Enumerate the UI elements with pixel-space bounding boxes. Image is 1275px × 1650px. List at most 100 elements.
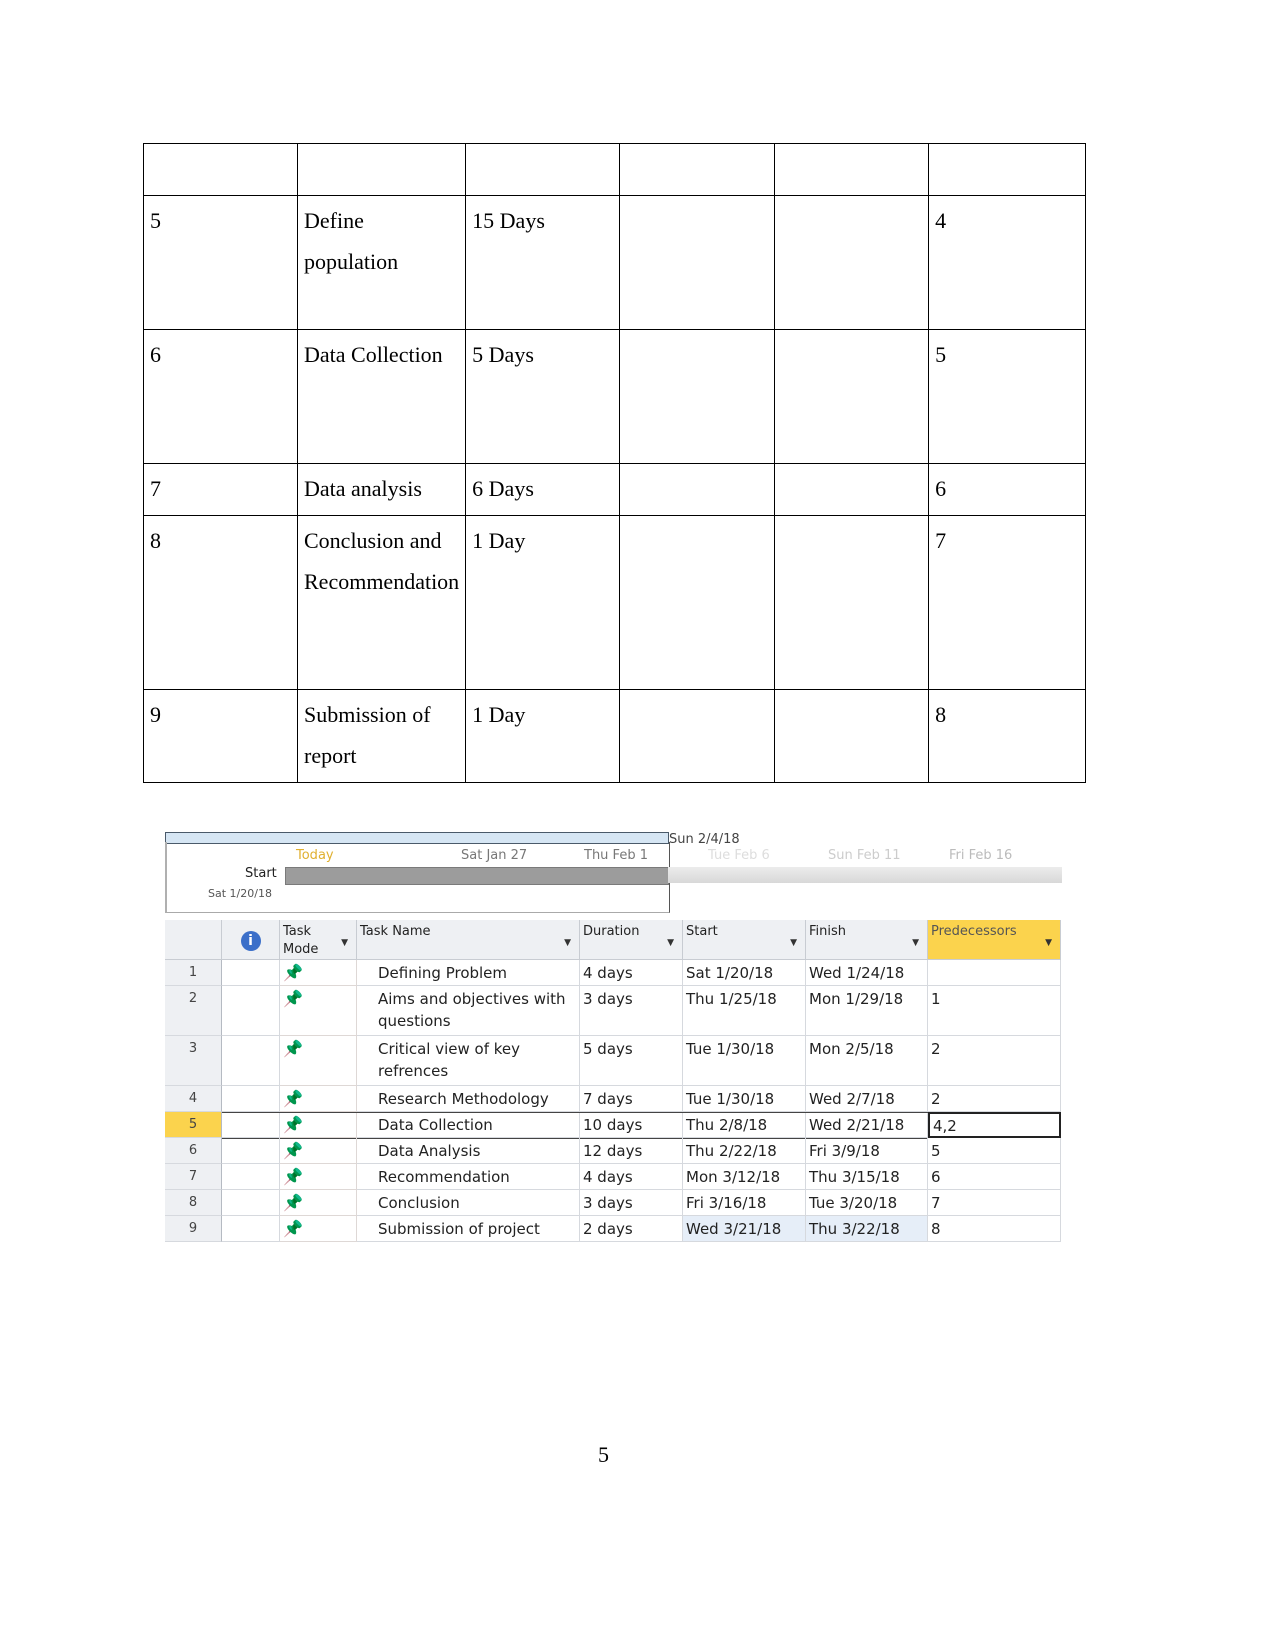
predecessors-header[interactable]: Predecessors ▼ bbox=[928, 920, 1061, 960]
timeline-bar bbox=[285, 867, 669, 885]
table-cell bbox=[774, 329, 930, 464]
finish-cell[interactable]: Tue 3/20/18 bbox=[806, 1190, 928, 1216]
start-cell[interactable]: Thu 1/25/18 bbox=[683, 986, 806, 1036]
task-name-cell[interactable]: Recommendation bbox=[357, 1164, 580, 1190]
task-name-cell[interactable]: Data Analysis bbox=[357, 1138, 580, 1164]
table-cell bbox=[143, 143, 298, 196]
indicator-cell bbox=[222, 1138, 280, 1164]
column-header-label: Duration bbox=[583, 924, 640, 939]
manual-schedule-pin-icon: 📌 bbox=[280, 1138, 357, 1164]
manual-schedule-pin-icon: 📌 bbox=[280, 1190, 357, 1216]
finish-cell[interactable]: Wed 1/24/18 bbox=[806, 960, 928, 986]
table-cell: 1 Day bbox=[465, 689, 621, 783]
filter-dropdown-icon[interactable]: ▼ bbox=[790, 934, 797, 952]
task-name-cell[interactable]: Submission of project bbox=[357, 1216, 580, 1242]
manual-schedule-pin-icon: 📌 bbox=[280, 1086, 357, 1112]
start-cell[interactable]: Thu 2/8/18 bbox=[683, 1112, 806, 1138]
finish-cell[interactable]: Thu 3/22/18 bbox=[806, 1216, 928, 1242]
table-cell bbox=[774, 143, 930, 196]
start-cell[interactable]: Sat 1/20/18 bbox=[683, 960, 806, 986]
filter-dropdown-icon[interactable]: ▼ bbox=[667, 934, 674, 952]
info-column-header[interactable]: i bbox=[222, 920, 280, 960]
select-all-corner[interactable] bbox=[165, 920, 222, 960]
column-header-label: Task Mode bbox=[283, 924, 319, 957]
timeline-start-label: Start bbox=[245, 866, 277, 881]
predecessors-cell[interactable]: 5 bbox=[928, 1138, 1061, 1164]
row-number[interactable]: 4 bbox=[165, 1086, 222, 1112]
task-name-cell[interactable]: Data Collection bbox=[357, 1112, 580, 1138]
row-number[interactable]: 3 bbox=[165, 1036, 222, 1086]
indicator-cell bbox=[222, 1216, 280, 1242]
predecessors-cell[interactable]: 4,2 bbox=[928, 1112, 1061, 1138]
start-cell[interactable]: Fri 3/16/18 bbox=[683, 1190, 806, 1216]
predecessors-cell[interactable]: 2 bbox=[928, 1086, 1061, 1112]
table-cell: 5 bbox=[928, 329, 1087, 464]
duration-cell[interactable]: 10 days bbox=[580, 1112, 683, 1138]
info-icon: i bbox=[240, 931, 261, 951]
predecessors-cell[interactable]: 2 bbox=[928, 1036, 1061, 1086]
task-name-cell[interactable]: Critical view of key refrences bbox=[357, 1036, 580, 1086]
duration-cell[interactable]: 4 days bbox=[580, 1164, 683, 1190]
table-cell bbox=[619, 515, 776, 690]
finish-cell[interactable]: Mon 2/5/18 bbox=[806, 1036, 928, 1086]
filter-dropdown-icon[interactable]: ▼ bbox=[564, 934, 571, 952]
finish-cell[interactable]: Thu 3/15/18 bbox=[806, 1164, 928, 1190]
row-number[interactable]: 5 bbox=[165, 1112, 222, 1138]
table-cell: 8 bbox=[928, 689, 1087, 783]
start-cell[interactable]: Tue 1/30/18 bbox=[683, 1036, 806, 1086]
filter-dropdown-icon[interactable]: ▼ bbox=[912, 934, 919, 952]
duration-cell[interactable]: 12 days bbox=[580, 1138, 683, 1164]
manual-schedule-pin-icon: 📌 bbox=[280, 1036, 357, 1086]
manual-schedule-pin-icon: 📌 bbox=[280, 1216, 357, 1242]
table-cell: 4 bbox=[928, 195, 1087, 330]
row-number[interactable]: 1 bbox=[165, 960, 222, 986]
row-number[interactable]: 7 bbox=[165, 1164, 222, 1190]
duration-cell[interactable]: 3 days bbox=[580, 986, 683, 1036]
task-mode-header[interactable]: Task Mode ▼ bbox=[280, 920, 357, 960]
predecessors-cell[interactable]: 8 bbox=[928, 1216, 1061, 1242]
timeline-tick: Fri Feb 16 bbox=[949, 848, 1013, 863]
duration-cell[interactable]: 3 days bbox=[580, 1190, 683, 1216]
task-name-header[interactable]: Task Name ▼ bbox=[357, 920, 580, 960]
duration-cell[interactable]: 7 days bbox=[580, 1086, 683, 1112]
task-name-cell[interactable]: Research Methodology bbox=[357, 1086, 580, 1112]
predecessors-cell[interactable]: 6 bbox=[928, 1164, 1061, 1190]
finish-header[interactable]: Finish ▼ bbox=[806, 920, 928, 960]
start-cell[interactable]: Thu 2/22/18 bbox=[683, 1138, 806, 1164]
table-cell bbox=[619, 463, 776, 516]
task-name-cell[interactable]: Aims and objectives with questions bbox=[357, 986, 580, 1036]
task-name-cell[interactable]: Conclusion bbox=[357, 1190, 580, 1216]
start-cell[interactable]: Tue 1/30/18 bbox=[683, 1086, 806, 1112]
table-cell: Submission of report bbox=[296, 689, 467, 783]
task-name-cell[interactable]: Defining Problem bbox=[357, 960, 580, 986]
finish-cell[interactable]: Mon 1/29/18 bbox=[806, 986, 928, 1036]
finish-cell[interactable]: Fri 3/9/18 bbox=[806, 1138, 928, 1164]
filter-dropdown-icon[interactable]: ▼ bbox=[1045, 934, 1052, 952]
duration-cell[interactable]: 4 days bbox=[580, 960, 683, 986]
start-cell[interactable]: Mon 3/12/18 bbox=[683, 1164, 806, 1190]
predecessors-cell[interactable] bbox=[928, 960, 1061, 986]
row-number[interactable]: 6 bbox=[165, 1138, 222, 1164]
predecessors-cell[interactable]: 1 bbox=[928, 986, 1061, 1036]
today-label: Today bbox=[296, 848, 334, 863]
duration-cell[interactable]: 2 days bbox=[580, 1216, 683, 1242]
table-cell: 6 Days bbox=[465, 463, 621, 516]
table-row: 8 Conclusion and Recommendation 1 Day 7 bbox=[143, 515, 1087, 690]
finish-cell[interactable]: Wed 2/7/18 bbox=[806, 1086, 928, 1112]
duration-header[interactable]: Duration ▼ bbox=[580, 920, 683, 960]
row-number[interactable]: 8 bbox=[165, 1190, 222, 1216]
row-number[interactable]: 9 bbox=[165, 1216, 222, 1242]
duration-cell[interactable]: 5 days bbox=[580, 1036, 683, 1086]
filter-dropdown-icon[interactable]: ▼ bbox=[341, 934, 348, 952]
table-cell bbox=[774, 463, 930, 516]
predecessors-cell[interactable]: 7 bbox=[928, 1190, 1061, 1216]
indicator-cell bbox=[222, 1190, 280, 1216]
timeline-tick: Sat Jan 27 bbox=[461, 848, 528, 863]
start-header[interactable]: Start ▼ bbox=[683, 920, 806, 960]
indicator-cell bbox=[222, 960, 280, 986]
row-number[interactable]: 2 bbox=[165, 986, 222, 1036]
finish-cell[interactable]: Wed 2/21/18 bbox=[806, 1112, 928, 1138]
table-cell: 5 bbox=[143, 195, 298, 330]
start-cell[interactable]: Wed 3/21/18 bbox=[683, 1216, 806, 1242]
table-cell: 9 bbox=[143, 689, 298, 783]
